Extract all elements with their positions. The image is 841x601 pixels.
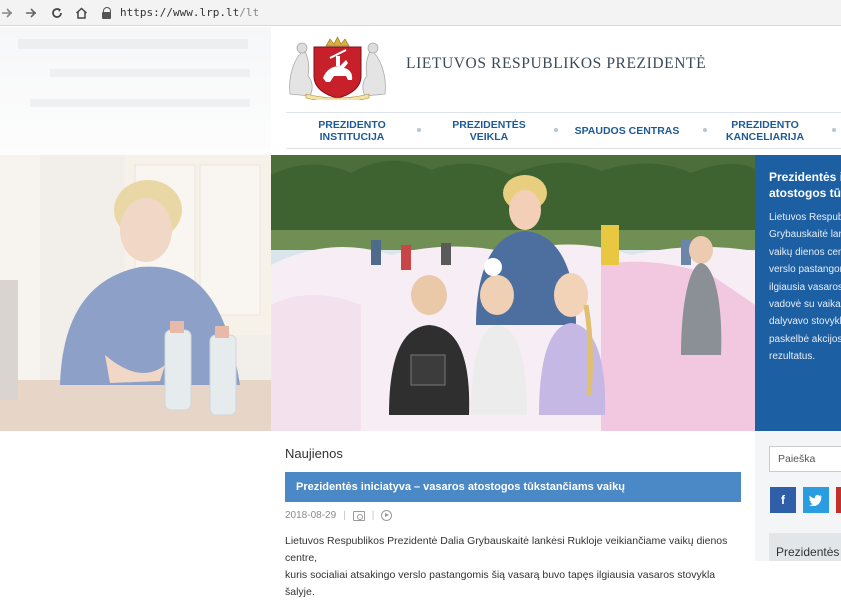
news-excerpt-line: Lietuvos Respublikos Prezidentė Dalia Gr…: [285, 535, 728, 564]
hero-caption-line: vadovė su vaikai: [769, 299, 841, 311]
ghost-text: [18, 39, 248, 49]
hero-main-photo[interactable]: [271, 155, 755, 431]
news-date: 2018-08-29: [285, 510, 337, 521]
nav-separator: [832, 128, 836, 132]
meta-divider: |: [343, 510, 346, 521]
nav-item-prezidento-institucija[interactable]: PREZIDENTO INSTITUCIJA: [286, 113, 418, 148]
hero-caption-title-line: Prezidentės i: [769, 170, 841, 184]
back-arrow-icon[interactable]: [0, 2, 14, 24]
photo-gallery-icon[interactable]: [352, 510, 365, 521]
reload-icon[interactable]: [46, 2, 68, 24]
news-excerpt-line: kuris socialiai atsakingo verslo pastang…: [285, 569, 716, 598]
hero-caption-line: paskelbė akcijos: [769, 333, 841, 345]
ghost-text: [30, 99, 250, 107]
hero-caption-line: Grybauskaitė lan: [769, 229, 841, 241]
forward-arrow-icon[interactable]: [20, 2, 42, 24]
hero-side-photo[interactable]: [0, 155, 271, 431]
main-navigation: PREZIDENTO INSTITUCIJA PREZIDENTĖS VEIKL…: [286, 112, 841, 149]
meta-divider: |: [371, 510, 375, 521]
nav-separator: [703, 128, 707, 132]
ghost-text: [50, 69, 250, 77]
search-input[interactable]: Paieška: [769, 446, 841, 472]
youtube-icon[interactable]: [836, 487, 841, 513]
hero-caption-line: verslo pastangon: [769, 264, 841, 276]
hero-caption-line: rezultatus.: [769, 351, 816, 363]
nav-item-prezidento-kanceliarija[interactable]: PREZIDENTO KANCELIARIJA: [710, 113, 820, 148]
hero-caption-line: vaikų dienos cen: [769, 246, 841, 258]
nav-item-spaudos-centras[interactable]: SPAUDOS CENTRAS: [571, 113, 683, 148]
hero-caption-line: ilgiausia vasaros: [769, 281, 841, 293]
featured-news-link[interactable]: Prezidentės iniciatyva – vasaros atostog…: [285, 472, 741, 502]
hero-caption-line: dalyvavo stovykl: [769, 316, 841, 328]
url-text: https://www.lrp.lt/lt: [120, 6, 260, 19]
home-icon[interactable]: [70, 2, 92, 24]
twitter-icon[interactable]: [803, 487, 829, 513]
lock-icon: [102, 6, 112, 19]
browser-toolbar: https://www.lrp.lt/lt: [0, 0, 841, 26]
hero-caption-line: Lietuvos Respub: [769, 212, 841, 223]
facebook-icon[interactable]: f: [770, 487, 796, 513]
nav-separator: [417, 128, 421, 132]
coat-of-arms-logo[interactable]: [286, 36, 389, 103]
news-excerpt: Lietuvos Respublikos Prezidentė Dalia Gr…: [285, 533, 745, 601]
video-play-icon[interactable]: [381, 510, 393, 521]
hero-caption-text: Lietuvos Respub Grybauskaitė lan vaikų d…: [769, 209, 841, 366]
site-title[interactable]: LIETUVOS RESPUBLIKOS PREZIDENTĖ: [406, 55, 706, 73]
news-heading: Naujienos: [285, 446, 343, 461]
faded-background: [0, 27, 271, 155]
nav-separator: [554, 128, 558, 132]
sidebar-panel-title[interactable]: Prezidentės: [769, 533, 841, 561]
news-meta: 2018-08-29 | |: [285, 510, 393, 521]
address-bar[interactable]: https://www.lrp.lt/lt: [102, 3, 259, 23]
nav-item-prezidentes-veikla[interactable]: PREZIDENTĖS VEIKLA: [432, 113, 546, 148]
hero-caption-title-line: atostogos tūk: [769, 186, 841, 200]
hero-caption-panel[interactable]: Prezidentės i atostogos tūk Lietuvos Res…: [755, 155, 841, 431]
